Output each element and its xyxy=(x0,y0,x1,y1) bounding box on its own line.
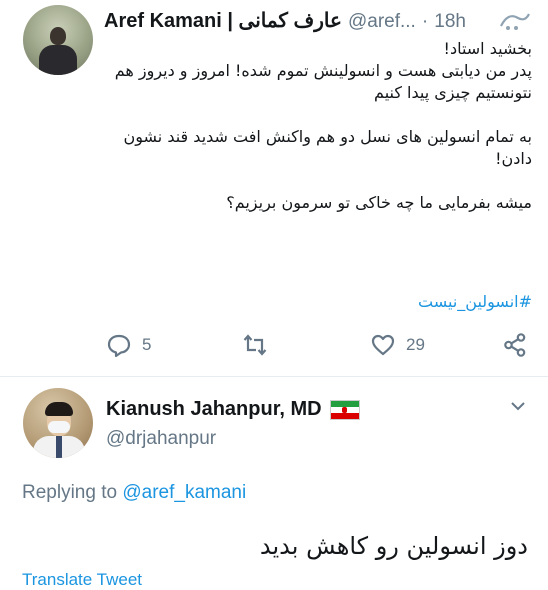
replying-prefix: Replying to xyxy=(22,482,118,503)
share-button[interactable] xyxy=(502,330,528,360)
tweet-line-2: پدر من دیابتی هست و انسولینش تموم شده! ا… xyxy=(114,61,532,102)
replying-mention[interactable]: @aref_kamani xyxy=(122,482,246,503)
tweet-body: بخشید استاد! پدر من دیابتی هست و انسولین… xyxy=(112,38,532,236)
hashtag-link[interactable]: #انسولین_نیست xyxy=(380,292,532,311)
tweet-line-3: به تمام انسولین های نسل دو هم واکنش افت … xyxy=(123,127,533,168)
avatar-mask xyxy=(48,421,70,433)
replying-to: Replying to @aref_kamani xyxy=(22,482,246,504)
watermark-logo xyxy=(498,8,532,34)
avatar-head xyxy=(50,27,66,45)
like-button[interactable]: 29 xyxy=(370,330,425,360)
reply-count: 5 xyxy=(142,335,152,354)
original-tweet[interactable]: Aref Kamani | عارف کمانی @aref... · 18h … xyxy=(0,0,548,378)
like-count: 29 xyxy=(406,335,425,354)
chevron-down-icon[interactable] xyxy=(508,396,528,416)
author-name[interactable]: Aref Kamani | عارف کمانی xyxy=(104,10,342,32)
author-handle[interactable]: @aref... xyxy=(348,11,416,32)
avatar-body xyxy=(39,45,77,75)
like-icon xyxy=(371,334,395,356)
reply-author-handle[interactable]: @drjahanpur xyxy=(106,428,216,450)
reply-text: دوز انسولین رو کاهش بدید xyxy=(259,532,528,560)
avatar-tie xyxy=(56,436,62,458)
tweet-time[interactable]: 18h xyxy=(434,11,466,32)
tweet-actions: 5 29 xyxy=(104,330,534,360)
avatar-hair xyxy=(45,402,73,416)
reply-avatar[interactable] xyxy=(23,388,93,458)
reply-icon xyxy=(107,334,131,358)
retweet-icon xyxy=(243,334,267,356)
avatar[interactable] xyxy=(23,5,93,75)
tweet-line-4: میشه بفرمایی ما چه خاکی تو سرمون بریزیم؟ xyxy=(226,193,532,212)
divider xyxy=(0,376,548,377)
iran-flag-icon xyxy=(330,400,360,420)
retweet-button[interactable] xyxy=(242,330,268,360)
reply-author-name[interactable]: Kianush Jahanpur, MD xyxy=(106,398,322,421)
reply-button[interactable]: 5 xyxy=(106,330,151,360)
share-icon xyxy=(504,333,526,357)
tweet-line-1: بخشید استاد! xyxy=(443,39,532,58)
translate-tweet-link[interactable]: Translate Tweet xyxy=(22,570,142,590)
tweet-header: Aref Kamani | عارف کمانی @aref... · 18h xyxy=(104,8,524,32)
separator: · xyxy=(421,11,429,32)
